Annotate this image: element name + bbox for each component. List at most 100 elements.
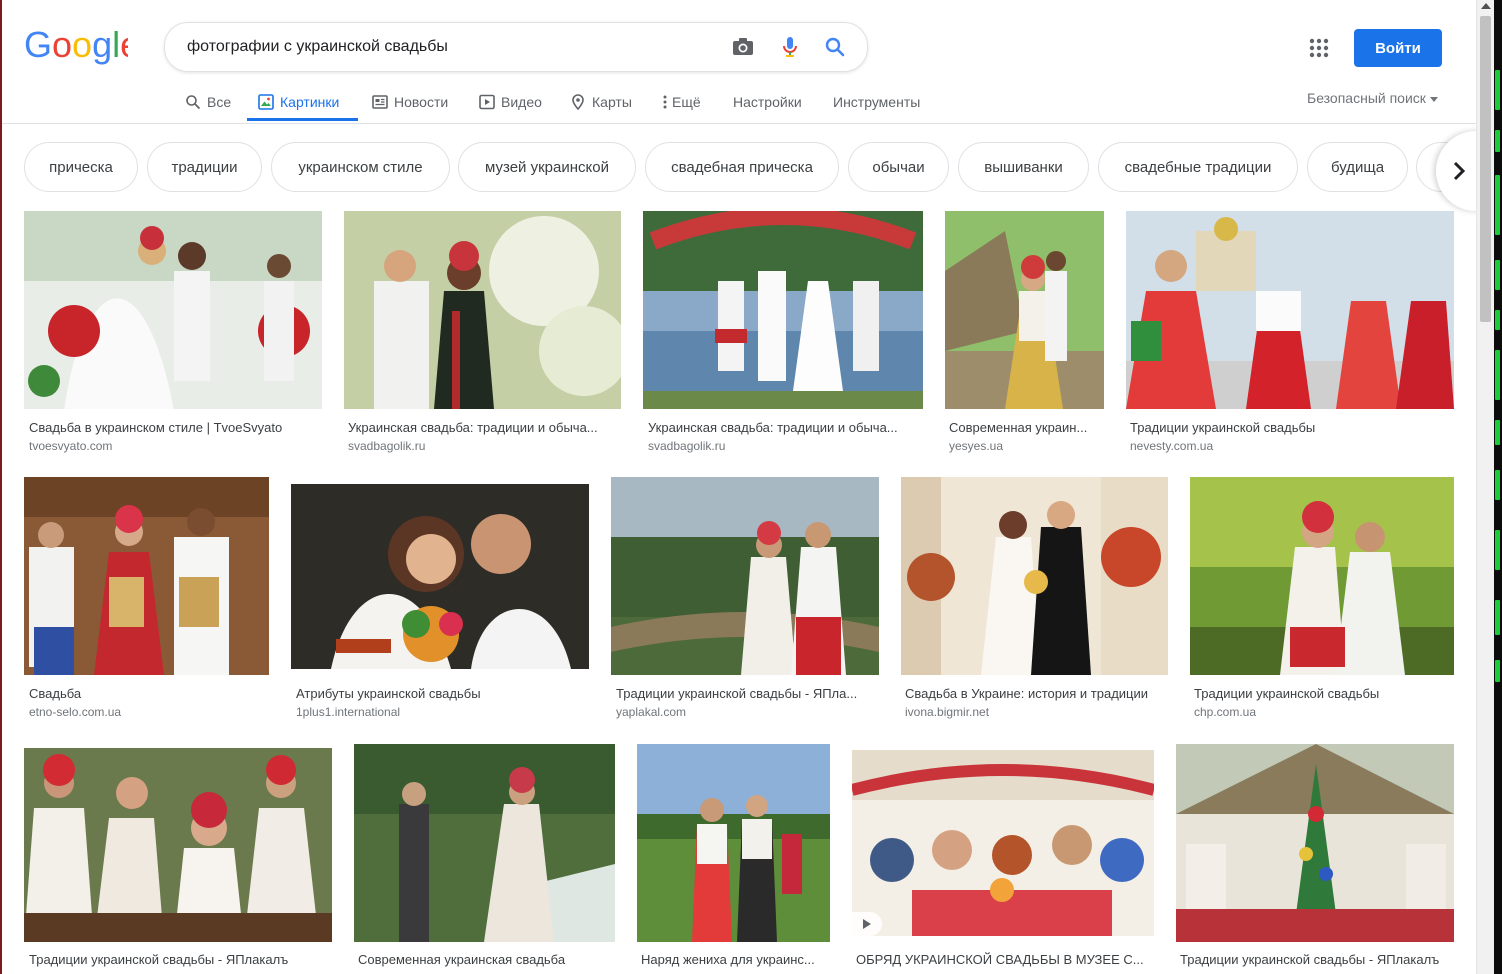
scrollbar-thumb[interactable]	[1480, 16, 1491, 322]
chevron-right-icon	[1453, 161, 1466, 181]
result-title[interactable]: Традиции украинской свадьбы	[1130, 420, 1450, 435]
result-image[interactable]	[1190, 477, 1454, 675]
video-icon	[479, 94, 495, 109]
result-image[interactable]	[852, 750, 1154, 936]
result-site[interactable]: chp.com.ua	[1194, 705, 1452, 719]
result-image[interactable]	[24, 211, 322, 409]
result-title[interactable]: Свадьба	[29, 686, 269, 701]
result-site[interactable]: etno-selo.com.ua	[29, 705, 269, 719]
result-site[interactable]: nevesty.com.ua	[1130, 439, 1450, 453]
tab-maps[interactable]: Карты	[570, 80, 632, 123]
tab-settings[interactable]: Настройки	[733, 80, 802, 123]
result-image[interactable]	[1126, 211, 1454, 409]
search-box	[164, 22, 868, 72]
image-icon	[258, 93, 274, 110]
tab-all[interactable]: Все	[185, 80, 231, 123]
result-image[interactable]	[1176, 744, 1454, 942]
result-title[interactable]: Традиции украинской свадьбы	[1194, 686, 1452, 701]
result-title[interactable]: Атрибуты украинской свадьбы	[296, 686, 586, 701]
tab-label: Карты	[592, 93, 632, 110]
result-title[interactable]: Традиции украинской свадьбы - ЯПла...	[616, 686, 876, 701]
result-image[interactable]	[901, 477, 1168, 675]
result-image[interactable]	[945, 211, 1104, 409]
news-icon	[372, 94, 388, 109]
result-image[interactable]	[291, 484, 589, 669]
result-title[interactable]: Наряд жениха для украинс...	[641, 952, 829, 967]
microphone-icon[interactable]	[777, 34, 803, 60]
result-title[interactable]: Украинская свадьба: традиции и обыча...	[648, 420, 918, 435]
result-image[interactable]	[24, 748, 332, 942]
active-tab-indicator	[247, 118, 358, 121]
result-image[interactable]	[354, 744, 615, 942]
more-vert-icon	[663, 95, 667, 108]
chip-label: вышиванки	[984, 158, 1063, 176]
window-left-edge	[0, 0, 2, 974]
video-badge	[852, 912, 882, 936]
tab-tools[interactable]: Инструменты	[833, 80, 920, 123]
result-site[interactable]: yaplakal.com	[616, 705, 876, 719]
chip-label: украинском стиле	[298, 158, 423, 176]
search-icon	[186, 94, 201, 109]
safe-search-label: Безопасный поиск	[1307, 90, 1426, 106]
tab-label: Все	[207, 93, 232, 110]
result-image[interactable]	[611, 477, 879, 675]
result-title[interactable]: ОБРЯД УКРАИНСКОЙ СВАДЬБЫ В МУЗЕЕ С...	[856, 952, 1152, 967]
result-image[interactable]	[643, 211, 923, 409]
tab-more[interactable]: Ещё	[662, 80, 701, 123]
camera-icon[interactable]	[730, 34, 756, 60]
apps-grid-icon[interactable]	[1309, 38, 1329, 58]
chevron-down-icon	[1429, 96, 1438, 102]
result-title[interactable]: Традиции украинской свадьбы - ЯПлакалъ	[29, 952, 329, 967]
scroll-up-arrow-icon[interactable]	[1481, 3, 1491, 9]
chip-traditions[interactable]: традиции	[147, 142, 262, 192]
result-site[interactable]: svadbagolik.ru	[348, 439, 618, 453]
tab-label: Ещё	[672, 93, 701, 110]
tab-label: Новости	[394, 93, 449, 110]
chip-museum[interactable]: музей украинской	[458, 142, 636, 192]
result-site[interactable]: svadbagolik.ru	[648, 439, 918, 453]
search-input[interactable]	[187, 35, 707, 59]
chip-label: традиции	[171, 158, 238, 176]
result-site[interactable]: yesyes.ua	[949, 439, 1101, 453]
chip-label: будища	[1330, 158, 1385, 176]
chip-budyshcha[interactable]: будища	[1307, 142, 1408, 192]
result-site[interactable]: ivona.bigmir.net	[905, 705, 1167, 719]
chip-hairstyle[interactable]: прическа	[24, 142, 138, 192]
vertical-scrollbar[interactable]	[1476, 0, 1495, 974]
chip-wedding-hairstyle[interactable]: свадебная прическа	[645, 142, 839, 192]
result-title[interactable]: Современная украинская свадьба	[358, 952, 613, 967]
svg-text:Google: Google	[24, 25, 128, 65]
chip-customs[interactable]: обычаи	[848, 142, 949, 192]
tab-images[interactable]: Картинки	[258, 80, 339, 123]
result-title[interactable]: Свадьба в Украине: история и традиции	[905, 686, 1167, 701]
result-image[interactable]	[24, 477, 269, 675]
result-title[interactable]: Традиции украинской свадьбы - ЯПлакалъ	[1180, 952, 1452, 967]
result-site[interactable]: 1plus1.international	[296, 705, 586, 719]
play-icon	[863, 919, 871, 929]
result-image[interactable]	[344, 211, 621, 409]
chip-label: прическа	[49, 158, 113, 176]
result-site[interactable]: tvoesvyato.com	[29, 439, 319, 453]
chip-label: обычаи	[872, 158, 925, 176]
header: Google Войти Все	[2, 0, 1476, 124]
result-title[interactable]: Украинская свадьба: традиции и обыча...	[348, 420, 618, 435]
signin-button[interactable]: Войти	[1354, 29, 1442, 67]
result-title[interactable]: Современная украин...	[949, 420, 1101, 435]
tab-video[interactable]: Видео	[479, 80, 542, 123]
chip-embroidered-shirts[interactable]: вышиванки	[958, 142, 1089, 192]
tab-label: Картинки	[280, 93, 340, 110]
result-image[interactable]	[637, 744, 830, 942]
google-logo[interactable]: Google	[24, 25, 128, 65]
chip-label: свадебная прическа	[671, 158, 813, 176]
tab-news[interactable]: Новости	[372, 80, 448, 123]
search-icon[interactable]	[822, 34, 848, 60]
tab-label: Инструменты	[833, 93, 921, 110]
map-pin-icon	[572, 93, 584, 110]
chip-label: музей украинской	[485, 158, 609, 176]
background-window-strip	[1494, 0, 1502, 974]
safe-search-dropdown[interactable]: Безопасный поиск	[1307, 90, 1438, 106]
chip-wedding-traditions[interactable]: свадебные традиции	[1098, 142, 1298, 192]
chip-ukrainian-style[interactable]: украинском стиле	[271, 142, 450, 192]
tab-label: Настройки	[733, 93, 802, 110]
result-title[interactable]: Свадьба в украинском стиле | TvoeSvyato	[29, 420, 319, 435]
